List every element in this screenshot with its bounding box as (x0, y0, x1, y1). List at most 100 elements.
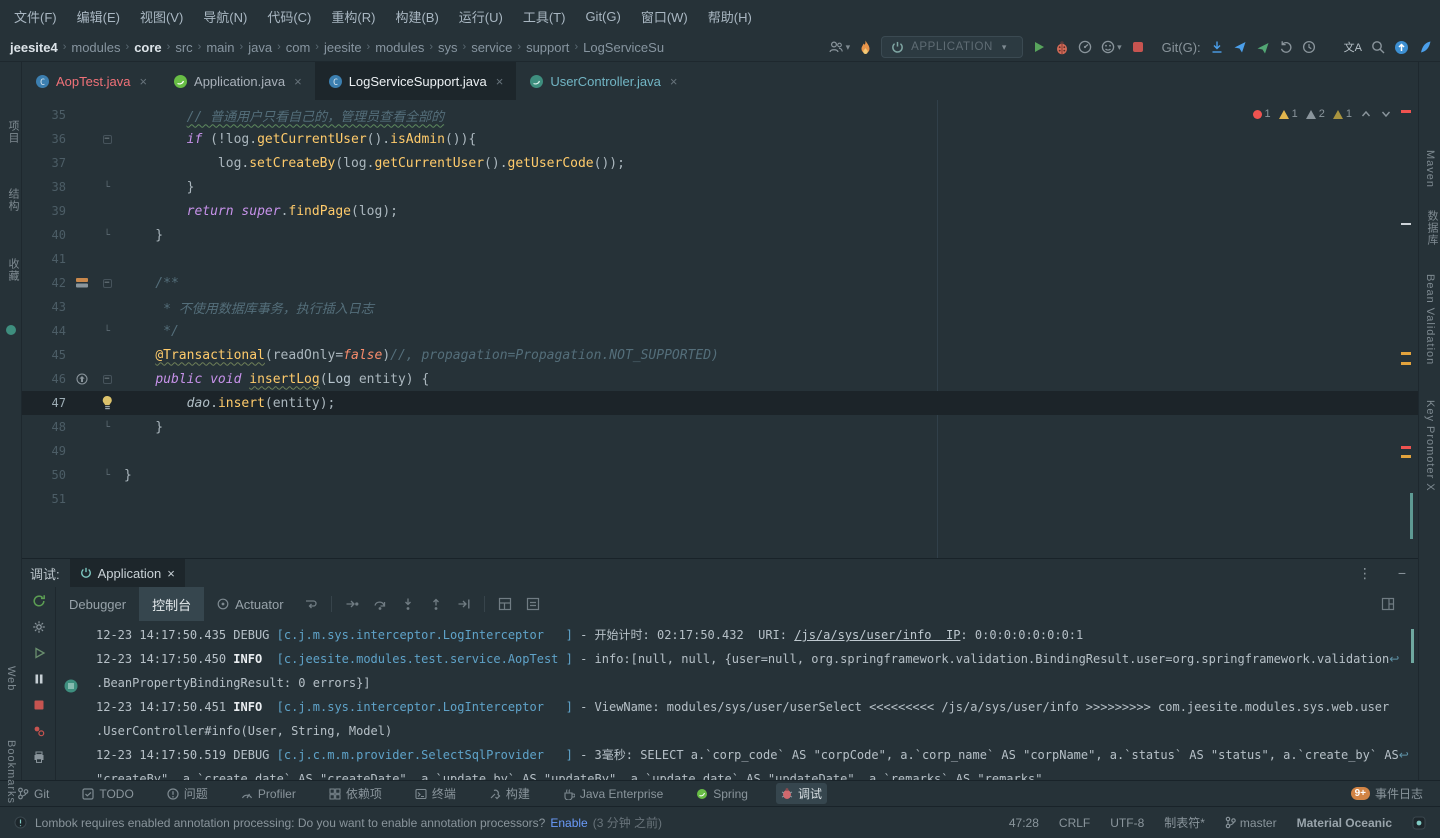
profiler-icon[interactable] (1078, 40, 1092, 54)
menu-item-5[interactable]: 代码(C) (257, 4, 321, 29)
coverage-icon[interactable]: ▾ (1101, 40, 1122, 54)
code-line[interactable]: 36 − if (!log.getCurrentUser().isAdmin())… (22, 127, 1418, 151)
toolwindow-profiler[interactable]: Profiler (236, 783, 301, 804)
code-line[interactable]: 43 * 不使用数据库事务，执行插入日志 (22, 295, 1418, 319)
breadcrumb-item[interactable]: modules (375, 40, 424, 55)
tab-actuator[interactable]: Actuator (204, 587, 296, 621)
error-stripe-mark[interactable] (1401, 455, 1411, 458)
breadcrumb-item[interactable]: core (134, 40, 161, 55)
code-text[interactable]: if (!log.getCurrentUser().isAdmin()){ (124, 132, 477, 147)
collaborators-icon[interactable]: ▾ (828, 40, 850, 54)
code-line[interactable]: 41 (22, 247, 1418, 271)
line-number[interactable]: 40 (22, 228, 66, 242)
breadcrumb-item[interactable]: java (248, 40, 272, 55)
soft-wrap-icon[interactable] (304, 597, 318, 611)
code-text[interactable]: // 普通用户只看自己的，管理员查看全部的 (124, 106, 444, 125)
mute-breakpoints-icon[interactable] (32, 750, 46, 764)
line-number[interactable]: 39 (22, 204, 66, 218)
fold-marker[interactable]: └ (103, 422, 112, 432)
toolwindow-git[interactable]: Git (12, 783, 54, 804)
toolwindow-spring[interactable]: Spring (691, 783, 753, 804)
error-stripe-mark[interactable] (1401, 352, 1411, 355)
step-out-icon[interactable] (429, 597, 443, 611)
line-number[interactable]: 48 (22, 420, 66, 434)
fold-marker[interactable]: └ (103, 326, 112, 336)
line-number[interactable]: 44 (22, 324, 66, 338)
intention-bulb-icon[interactable] (100, 395, 115, 411)
debug-bug-icon[interactable] (1055, 40, 1069, 55)
menu-item-11[interactable]: 窗口(W) (631, 4, 698, 29)
hide-panel-icon[interactable]: − (1398, 565, 1406, 581)
code-text[interactable]: return super.findPage(log); (124, 204, 398, 219)
breadcrumb-item[interactable]: com (286, 40, 311, 55)
code-editor[interactable]: 35 // 普通用户只看自己的，管理员查看全部的 36 − if (!log.get… (22, 100, 1418, 558)
next-issue-button[interactable] (1380, 108, 1392, 120)
caret-position[interactable]: 47:28 (1009, 816, 1039, 830)
toolwindow-build[interactable]: 构建 (484, 783, 535, 804)
sidebar-item-project[interactable]: 项目 (5, 120, 21, 144)
line-number[interactable]: 41 (22, 252, 66, 266)
enable-link[interactable]: Enable (550, 816, 587, 830)
sidebar-item-key-promoter[interactable]: Key Promoter X (1424, 400, 1436, 492)
error-stripe-mark[interactable] (1401, 223, 1411, 225)
code-line[interactable]: 47 dao.insert(entity); (22, 391, 1418, 415)
menu-item-9[interactable]: 工具(T) (513, 4, 576, 29)
menu-item-7[interactable]: 构建(B) (385, 4, 448, 29)
tab-logservicesupport[interactable]: C LogServiceSupport.java × (314, 62, 517, 100)
layout-settings-icon[interactable] (1381, 597, 1395, 611)
sidebar-item-database[interactable]: 数据库 (1424, 210, 1440, 246)
inspections-widget[interactable]: 1 1 2 1 (1252, 108, 1393, 120)
menu-item-12[interactable]: 帮助(H) (698, 4, 762, 29)
sidebar-item-bookmarks[interactable]: Bookmarks (5, 740, 17, 804)
menu-item-2[interactable]: 编辑(E) (67, 4, 130, 29)
debug-console[interactable]: 12-23 14:17:50.435 DEBUG [c.j.m.sys.inte… (56, 621, 1418, 780)
resume-button[interactable] (32, 646, 46, 660)
console-scrollbar[interactable] (1411, 629, 1414, 663)
fold-marker[interactable]: └ (103, 230, 112, 240)
tab-aoptest[interactable]: C AopTest.java × (22, 62, 160, 100)
breadcrumb-item[interactable]: service (471, 40, 512, 55)
rerun-button[interactable] (32, 594, 46, 608)
run-to-cursor-icon[interactable] (457, 597, 471, 611)
breadcrumb-item[interactable]: modules (71, 40, 120, 55)
editor-scrollbar[interactable] (1410, 493, 1413, 539)
tab-usercontroller[interactable]: UserController.java × (516, 62, 690, 100)
toolwindow-debug[interactable]: 调试 (775, 783, 827, 804)
code-line[interactable]: 50 └} (22, 463, 1418, 487)
close-icon[interactable]: × (139, 74, 147, 89)
step-over-icon[interactable] (373, 597, 387, 611)
code-text[interactable]: } (124, 420, 163, 435)
toolwindow-java-enterprise[interactable]: Java Enterprise (558, 783, 668, 804)
services-icon[interactable] (5, 324, 17, 336)
console-marker-icon[interactable] (64, 679, 78, 693)
breadcrumb-item[interactable]: jeesite4 (10, 40, 58, 55)
close-icon[interactable]: × (496, 74, 504, 89)
line-number[interactable]: 46 (22, 372, 66, 386)
rollback-icon[interactable] (1279, 40, 1293, 54)
line-number[interactable]: 37 (22, 156, 66, 170)
material-theme-icon[interactable] (1412, 816, 1426, 830)
tab-application[interactable]: Application.java × (160, 62, 315, 100)
prev-issue-button[interactable] (1360, 108, 1372, 120)
line-number[interactable]: 49 (22, 444, 66, 458)
code-line[interactable]: 40 └ } (22, 223, 1418, 247)
code-text[interactable]: } (124, 228, 163, 243)
view-breakpoints-icon[interactable] (32, 724, 46, 738)
tab-console[interactable]: 控制台 (139, 587, 205, 621)
line-number[interactable]: 51 (22, 492, 66, 506)
code-line[interactable]: 51 (22, 487, 1418, 511)
menu-item-1[interactable]: 文件(F) (4, 4, 67, 29)
code-line[interactable]: 44 └ */ (22, 319, 1418, 343)
fold-marker[interactable]: └ (103, 470, 112, 480)
toolwindow-todo[interactable]: TODO (77, 783, 138, 804)
fold-marker[interactable]: − (102, 278, 112, 288)
code-line[interactable]: 39 return super.findPage(log); (22, 199, 1418, 223)
sidebar-item-structure[interactable]: 结构 (5, 188, 21, 212)
code-text[interactable]: } (124, 468, 132, 483)
sidebar-item-web[interactable]: Web (5, 666, 17, 691)
file-encoding[interactable]: UTF-8 (1110, 816, 1144, 830)
line-number[interactable]: 47 (22, 396, 66, 410)
update-available-icon[interactable] (1394, 40, 1409, 55)
menu-item-6[interactable]: 重构(R) (321, 4, 385, 29)
code-text[interactable]: dao.insert(entity); (124, 396, 336, 411)
